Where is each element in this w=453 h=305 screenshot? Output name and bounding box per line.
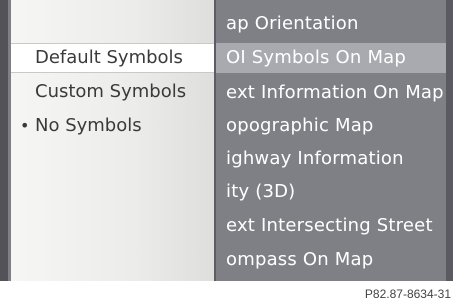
- menu-item-next-intersecting-street[interactable]: ext Intersecting Street: [226, 214, 433, 238]
- symbols-submenu: Default Symbols Custom Symbols • No Symbo…: [11, 0, 216, 281]
- menu-item-label: ompass On Map: [226, 249, 374, 270]
- active-option-bullet-icon: •: [20, 116, 30, 135]
- menu-item-label: ext Intersecting Street: [226, 215, 433, 236]
- menu-item-label: OI Symbols On Map: [226, 47, 407, 68]
- menu-item-city-3d[interactable]: ity (3D): [226, 180, 295, 204]
- menu-item-label: opographic Map: [226, 115, 374, 136]
- submenu-item-default-symbols[interactable]: Default Symbols: [11, 43, 214, 73]
- menu-item-topographic-map[interactable]: opographic Map: [226, 114, 374, 138]
- submenu-item-label: Custom Symbols: [35, 81, 187, 102]
- menu-item-label: ap Orientation: [226, 13, 359, 34]
- menu-item-label: ighway Information: [226, 148, 404, 169]
- figure-code: P82.87-8634-31: [364, 287, 451, 301]
- menu-item-label: ity (3D): [226, 181, 296, 202]
- menu-item-highway-information[interactable]: ighway Information: [226, 147, 404, 171]
- nav-display-screen: ap Orientation OI Symbols On Map ext Inf…: [0, 0, 453, 281]
- menu-item-compass-on-map[interactable]: ompass On Map: [226, 248, 373, 272]
- menu-item-map-orientation[interactable]: ap Orientation: [226, 12, 359, 36]
- menu-item-text-information-on-map[interactable]: ext Information On Map: [226, 81, 444, 105]
- menu-item-label: ext Information On Map: [226, 82, 444, 103]
- submenu-item-no-symbols[interactable]: • No Symbols: [11, 111, 214, 141]
- submenu-item-custom-symbols[interactable]: Custom Symbols: [11, 77, 214, 107]
- screen-right-edge: [446, 0, 453, 281]
- menu-item-poi-symbols-on-map[interactable]: OI Symbols On Map: [212, 43, 446, 73]
- submenu-item-label: Default Symbols: [35, 47, 183, 68]
- submenu-item-label: No Symbols: [35, 115, 142, 136]
- screen-left-edge: [0, 0, 8, 281]
